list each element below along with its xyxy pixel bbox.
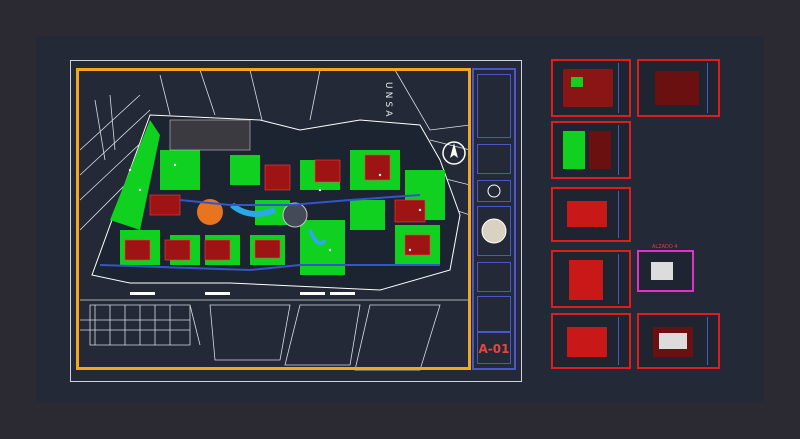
thumb-title-strip — [707, 63, 716, 113]
sheet-thumb-elevation-1[interactable] — [551, 187, 631, 242]
sheet-code: A-01 — [477, 332, 511, 364]
thumb-drawing — [655, 71, 699, 105]
thumb-title-strip — [618, 254, 627, 304]
thumb-drawing — [653, 327, 693, 357]
thumb-drawing — [563, 69, 613, 107]
thumb-drawing — [651, 262, 673, 280]
thumb-title-strip — [707, 317, 716, 365]
title-block-header — [477, 74, 511, 138]
sheet-thumb-elevation-selected[interactable] — [637, 250, 694, 292]
title-block-logo — [477, 180, 511, 202]
thumb-drawing — [567, 327, 607, 357]
thumb-drawing — [569, 260, 603, 300]
thumb-drawing — [563, 131, 611, 169]
title-block[interactable]: A-01 — [472, 68, 516, 370]
sheet-thumb-elevation-3[interactable] — [551, 313, 631, 369]
emblem-icon — [481, 218, 507, 244]
title-block-info — [477, 144, 511, 174]
sheet-thumb-elevation-2[interactable] — [551, 250, 631, 308]
thumb-title-strip — [618, 125, 627, 175]
sheet-thumb-floorplan-1[interactable] — [551, 59, 631, 117]
sheet-thumb-elevation-4[interactable] — [637, 313, 720, 369]
thumb-drawing — [567, 201, 607, 227]
title-block-data — [477, 296, 511, 332]
thumb-title-strip — [618, 317, 627, 365]
north-arrow-icon — [442, 141, 466, 165]
sheet-thumb-floorplan-3[interactable] — [551, 121, 631, 179]
title-block-notes — [477, 262, 511, 292]
thumb-title-strip — [618, 191, 627, 238]
title-block-emblem — [477, 206, 511, 256]
logo-icon — [487, 184, 501, 198]
site-plan-viewport-frame[interactable] — [76, 68, 471, 370]
sheet-thumb-floorplan-2[interactable] — [637, 59, 720, 117]
thumb-title-strip — [618, 63, 627, 113]
